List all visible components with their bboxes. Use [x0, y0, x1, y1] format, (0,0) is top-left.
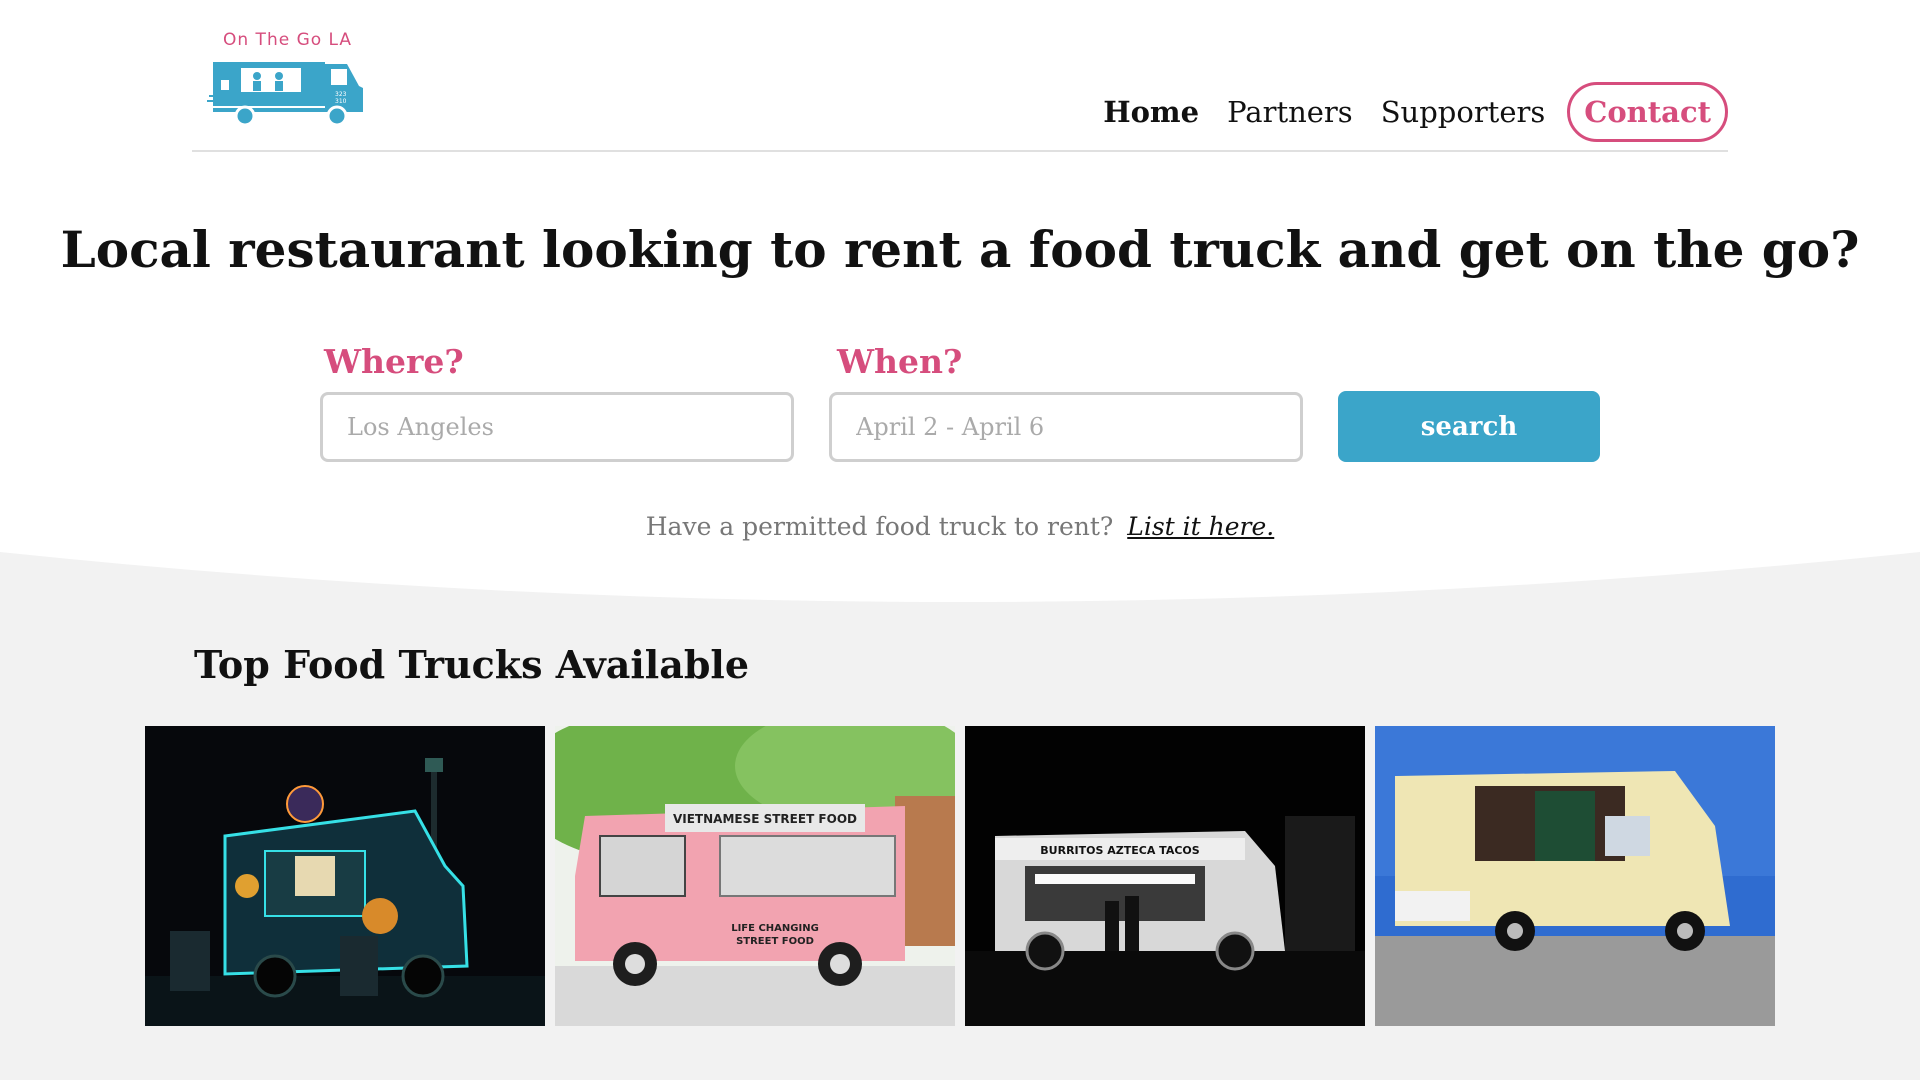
svg-text:VIETNAMESE STREET FOOD: VIETNAMESE STREET FOOD: [673, 812, 857, 826]
top-trucks-section: Top Food Trucks Available VIETNAMESE STR…: [0, 552, 1920, 1080]
section-curve-divider: [0, 552, 1920, 602]
nav-supporters[interactable]: Supporters: [1381, 95, 1546, 129]
hero-title: Local restaurant looking to rent a food …: [60, 220, 1860, 279]
logo[interactable]: On The Go LA 323 310: [207, 30, 372, 130]
svg-text:310: 310: [335, 98, 347, 105]
svg-text:STREET FOOD: STREET FOOD: [736, 936, 814, 947]
svg-text:BURRITOS AZTECA TACOS: BURRITOS AZTECA TACOS: [1040, 844, 1199, 857]
neon-truck-image: [145, 726, 545, 1026]
nav-partners[interactable]: Partners: [1227, 95, 1353, 129]
list-it-here-link[interactable]: List it here.: [1127, 512, 1274, 541]
svg-text:LIFE CHANGING: LIFE CHANGING: [731, 923, 819, 934]
food-truck-logo-icon: 323 310: [207, 62, 363, 127]
truck-card-3[interactable]: BURRITOS AZTECA TACOS: [965, 726, 1365, 1026]
search-button[interactable]: search: [1338, 391, 1600, 462]
where-label: Where?: [324, 342, 464, 381]
nav-contact-button[interactable]: Contact: [1567, 82, 1728, 142]
pink-truck-image: VIETNAMESE STREET FOOD LIFE CHANGING STR…: [555, 726, 955, 1026]
svg-text:323: 323: [335, 91, 347, 98]
site-header: On The Go LA 323 310 Home Partners Suppo…: [192, 0, 1728, 152]
truck-card-1[interactable]: [145, 726, 545, 1026]
permit-text: Have a permitted food truck to rent?: [645, 512, 1114, 541]
when-input[interactable]: [829, 392, 1303, 462]
cream-truck-image: [1375, 726, 1775, 1026]
truck-card-4[interactable]: [1375, 726, 1775, 1026]
truck-card-2[interactable]: VIETNAMESE STREET FOOD LIFE CHANGING STR…: [555, 726, 955, 1026]
logo-text: On The Go LA: [223, 30, 353, 50]
main-nav: Home Partners Supporters Contact: [1103, 82, 1728, 142]
when-label: When?: [837, 342, 963, 381]
permit-prompt: Have a permitted food truck to rent? Lis…: [0, 512, 1920, 541]
bw-truck-image: BURRITOS AZTECA TACOS: [965, 726, 1365, 1026]
nav-home[interactable]: Home: [1103, 95, 1199, 129]
section-title: Top Food Trucks Available: [194, 642, 750, 687]
where-input[interactable]: [320, 392, 794, 462]
